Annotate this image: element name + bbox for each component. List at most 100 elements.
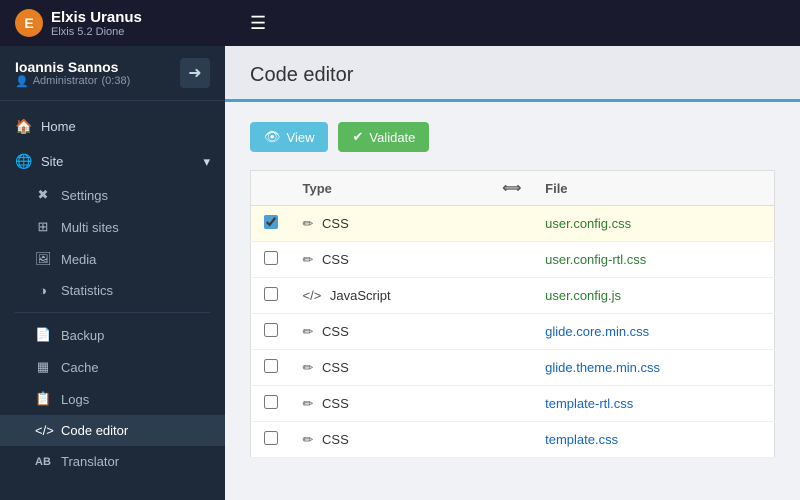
- row-checkbox[interactable]: [264, 287, 278, 301]
- row-checkbox-cell[interactable]: [251, 206, 291, 242]
- check-icon: ✔: [352, 129, 363, 145]
- sidebar-item-media-label: Media: [61, 252, 96, 267]
- eye-icon: 👁: [264, 129, 281, 145]
- logo-icon: E: [15, 9, 43, 37]
- table-row: ✏ CSS template-rtl.css: [251, 386, 775, 422]
- sidebar-item-multi-sites[interactable]: ⊞ Multi sites: [0, 211, 225, 243]
- type-label: CSS: [322, 360, 349, 375]
- sidebar-item-code-editor[interactable]: </> Code editor: [0, 415, 225, 446]
- row-checkbox[interactable]: [264, 251, 278, 265]
- sidebar-item-cache[interactable]: ▦ Cache: [0, 351, 225, 383]
- main-layout: Ioannis Sannos 👤 Administrator (0:38) ➜ …: [0, 46, 800, 500]
- col-header-checkbox: [251, 171, 291, 206]
- multi-sites-icon: ⊞: [35, 219, 51, 235]
- table-row: ✏ CSS glide.theme.min.css: [251, 350, 775, 386]
- row-file[interactable]: glide.core.min.css: [533, 314, 774, 350]
- col-header-arrows[interactable]: ⟺: [491, 171, 534, 206]
- file-link[interactable]: user.config-rtl.css: [545, 252, 646, 267]
- sidebar-item-home[interactable]: 🏠 Home: [0, 109, 225, 144]
- row-type: ✏ CSS: [291, 242, 491, 278]
- site-left: 🌐 Site: [15, 153, 63, 170]
- sidebar-item-site-label: Site: [41, 154, 63, 169]
- sidebar-item-home-label: Home: [41, 119, 76, 134]
- type-label: CSS: [322, 396, 349, 411]
- view-button[interactable]: 👁 View: [250, 122, 328, 152]
- row-type: ✏ CSS: [291, 314, 491, 350]
- user-info: Ioannis Sannos 👤 Administrator (0:38): [15, 59, 130, 88]
- row-arrows: [491, 350, 534, 386]
- content-body: 👁 View ✔ Validate Type ⟺ File: [225, 102, 800, 478]
- media-icon: 🖼: [35, 251, 51, 267]
- row-checkbox-cell[interactable]: [251, 350, 291, 386]
- user-icon: 👤: [15, 75, 29, 88]
- row-file[interactable]: glide.theme.min.css: [533, 350, 774, 386]
- sidebar-item-translator[interactable]: AB Translator: [0, 446, 225, 477]
- user-name: Ioannis Sannos: [15, 59, 130, 75]
- sidebar-item-code-editor-label: Code editor: [61, 423, 128, 438]
- row-checkbox-cell[interactable]: [251, 242, 291, 278]
- sidebar-item-settings[interactable]: ✖ Settings: [0, 179, 225, 211]
- row-file[interactable]: user.config.js: [533, 278, 774, 314]
- row-checkbox-cell[interactable]: [251, 314, 291, 350]
- page-title: Code editor: [250, 64, 775, 87]
- type-icon: ✏: [303, 432, 314, 447]
- statistics-icon: ◑: [35, 283, 51, 298]
- nav-divider: [15, 312, 210, 313]
- row-arrows: [491, 422, 534, 458]
- logout-button[interactable]: ➜: [180, 58, 210, 88]
- file-link[interactable]: glide.core.min.css: [545, 324, 649, 339]
- app-name: Elxis Uranus: [51, 9, 142, 26]
- file-link[interactable]: user.config.js: [545, 288, 621, 303]
- content-area: Code editor 👁 View ✔ Validate Type: [225, 46, 800, 500]
- table-row: ✏ CSS user.config-rtl.css: [251, 242, 775, 278]
- row-checkbox[interactable]: [264, 323, 278, 337]
- app-logo: E Elxis Uranus Elxis 5.2 Dione: [15, 9, 235, 38]
- settings-icon: ✖: [35, 187, 51, 203]
- logo-text: Elxis Uranus Elxis 5.2 Dione: [51, 9, 142, 38]
- file-link[interactable]: user.config.css: [545, 216, 631, 231]
- file-table: Type ⟺ File ✏ CSS user.config.css ✏ CSS: [250, 170, 775, 458]
- col-header-file: File: [533, 171, 774, 206]
- type-icon: ✏: [303, 324, 314, 339]
- table-row: </> JavaScript user.config.js: [251, 278, 775, 314]
- table-header: Type ⟺ File: [251, 171, 775, 206]
- file-link[interactable]: template.css: [545, 432, 618, 447]
- file-link[interactable]: template-rtl.css: [545, 396, 633, 411]
- code-editor-icon: </>: [35, 423, 51, 438]
- type-icon: ✏: [303, 216, 314, 231]
- row-checkbox-cell[interactable]: [251, 386, 291, 422]
- row-file[interactable]: user.config.css: [533, 206, 774, 242]
- sidebar-item-logs-label: Logs: [61, 392, 89, 407]
- type-label: JavaScript: [330, 288, 391, 303]
- backup-icon: 📄: [35, 327, 51, 343]
- sidebar-item-statistics-label: Statistics: [61, 283, 113, 298]
- hamburger-menu-icon[interactable]: ☰: [250, 13, 266, 34]
- row-checkbox[interactable]: [264, 359, 278, 373]
- sidebar-item-media[interactable]: 🖼 Media: [0, 243, 225, 275]
- row-arrows: [491, 242, 534, 278]
- topbar: E Elxis Uranus Elxis 5.2 Dione ☰: [0, 0, 800, 46]
- row-checkbox[interactable]: [264, 215, 278, 229]
- col-header-type: Type: [291, 171, 491, 206]
- sidebar-item-cache-label: Cache: [61, 360, 99, 375]
- row-file[interactable]: user.config-rtl.css: [533, 242, 774, 278]
- type-label: CSS: [322, 324, 349, 339]
- user-role: 👤 Administrator (0:38): [15, 75, 130, 88]
- row-file[interactable]: template.css: [533, 422, 774, 458]
- sidebar-item-logs[interactable]: 📋 Logs: [0, 383, 225, 415]
- row-checkbox-cell[interactable]: [251, 278, 291, 314]
- row-checkbox[interactable]: [264, 395, 278, 409]
- row-file[interactable]: template-rtl.css: [533, 386, 774, 422]
- row-checkbox[interactable]: [264, 431, 278, 445]
- row-type: </> JavaScript: [291, 278, 491, 314]
- row-checkbox-cell[interactable]: [251, 422, 291, 458]
- sidebar-item-backup[interactable]: 📄 Backup: [0, 319, 225, 351]
- sidebar-item-site[interactable]: 🌐 Site ▾: [0, 144, 225, 179]
- table-row: ✏ CSS user.config.css: [251, 206, 775, 242]
- file-link[interactable]: glide.theme.min.css: [545, 360, 660, 375]
- row-arrows: [491, 386, 534, 422]
- validate-button[interactable]: ✔ Validate: [338, 122, 429, 152]
- app-version: Elxis 5.2 Dione: [51, 26, 142, 38]
- sidebar-item-statistics[interactable]: ◑ Statistics: [0, 275, 225, 306]
- sidebar-item-multi-sites-label: Multi sites: [61, 220, 119, 235]
